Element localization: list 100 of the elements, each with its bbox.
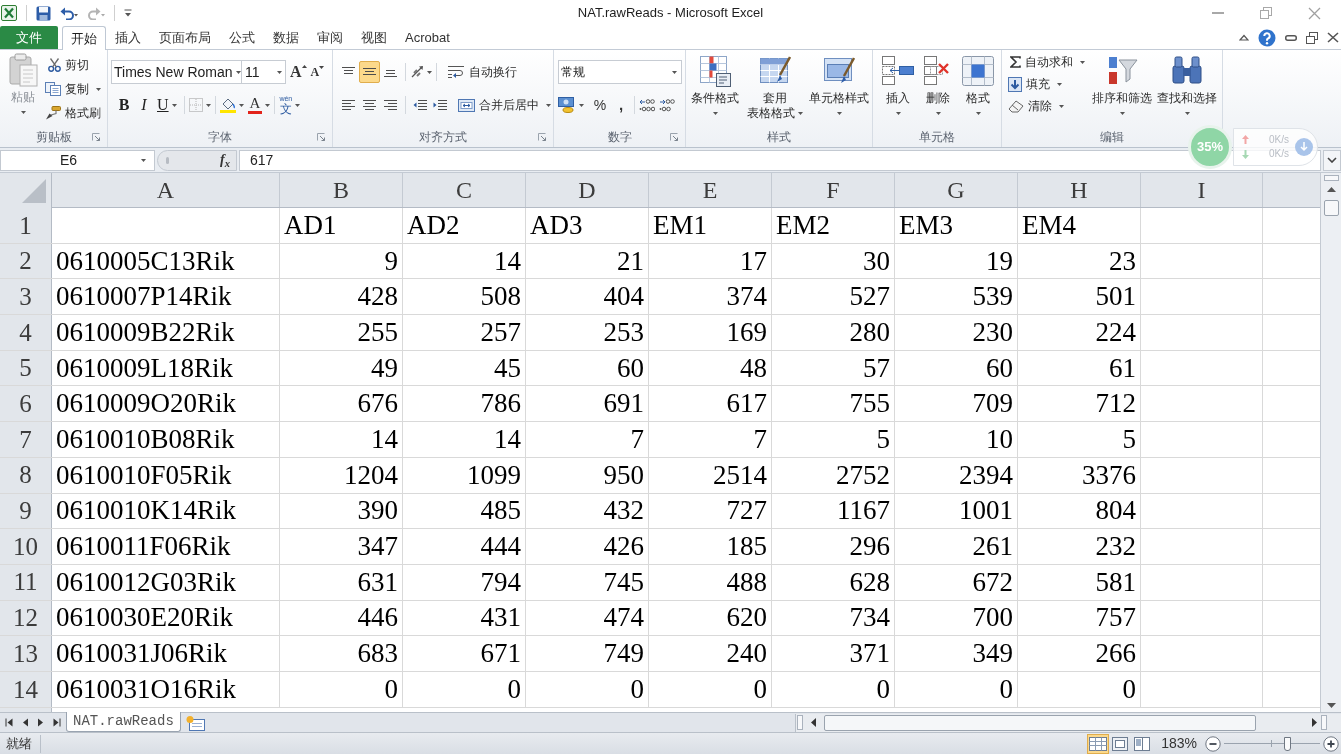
underline-button[interactable]: U [154, 94, 180, 116]
zoom-in-icon[interactable] [1323, 735, 1339, 752]
cut-button[interactable]: 剪切 [45, 54, 101, 76]
number-format-field[interactable]: 常规 [558, 60, 682, 84]
delete-button[interactable]: 删除 [918, 50, 958, 117]
row-header[interactable]: 6 [0, 386, 52, 422]
name-box[interactable]: E6 [0, 149, 155, 171]
copy-button[interactable]: 复制 [45, 78, 101, 100]
insert-button[interactable]: 插入 [878, 50, 918, 117]
ribbon-tab[interactable]: 页面布局 [150, 26, 220, 50]
ribbon-tab[interactable]: 插入 [106, 26, 150, 50]
column-header[interactable]: B [280, 173, 403, 207]
merge-center-button[interactable]: 合并后居中 [458, 94, 551, 116]
text-orientation-icon[interactable] [410, 64, 432, 80]
italic-button[interactable]: I [134, 94, 154, 116]
scroll-thumb[interactable] [1323, 200, 1339, 216]
expand-formula-bar-button[interactable] [1323, 149, 1341, 171]
ribbon-tab[interactable]: 数据 [264, 26, 308, 50]
ribbon-tab[interactable]: Acrobat [396, 26, 459, 50]
scroll-right-icon[interactable] [1312, 718, 1317, 727]
minimize-icon[interactable] [1285, 34, 1297, 41]
font-color-button[interactable]: A [247, 94, 271, 116]
comma-button[interactable]: , [612, 94, 630, 116]
accounting-format-icon[interactable] [558, 97, 584, 113]
column-header[interactable]: G [895, 173, 1018, 207]
row-header[interactable]: 1 [0, 208, 52, 243]
column-header[interactable]: A [52, 173, 280, 207]
fill-color-icon[interactable] [219, 97, 244, 113]
format-painter-button[interactable]: 格式刷 [45, 102, 101, 124]
split-handle[interactable] [1323, 175, 1339, 181]
row-header[interactable]: 9 [0, 493, 52, 529]
column-header[interactable]: H [1018, 173, 1141, 207]
wrap-text-button[interactable]: 自动换行 [447, 61, 517, 83]
font-size-field[interactable]: 11 [242, 60, 286, 84]
insert-sheet-icon[interactable] [184, 714, 207, 731]
zoom-slider[interactable] [1224, 736, 1320, 751]
column-header[interactable]: D [526, 173, 649, 207]
increase-decimal-icon[interactable] [639, 98, 655, 112]
restore-icon[interactable] [1306, 31, 1318, 44]
scroll-thumb[interactable] [824, 714, 1256, 731]
row-header[interactable]: 2 [0, 243, 52, 279]
row-header[interactable]: 14 [0, 671, 52, 707]
dialog-launcher-icon[interactable] [317, 133, 325, 142]
row-header[interactable]: 13 [0, 636, 52, 671]
customize-menu-icon[interactable] [124, 9, 132, 17]
next-sheet-icon[interactable] [37, 718, 44, 727]
autosum-button[interactable]: 自动求和 [1008, 51, 1090, 73]
last-sheet-icon[interactable] [53, 718, 62, 727]
row-header[interactable]: 8 [0, 457, 52, 493]
ribbon-tab[interactable]: 开始 [62, 26, 106, 50]
shrink-font-button[interactable]: A [310, 62, 325, 82]
insert-function-button[interactable]: f$_{x}$ [218, 153, 232, 167]
column-header[interactable]: E [649, 173, 772, 207]
scroll-left-icon[interactable] [811, 718, 816, 727]
zoom-out-icon[interactable] [1205, 735, 1221, 752]
sort-filter-button[interactable]: 排序和筛选 [1090, 50, 1154, 117]
row-header[interactable]: 7 [0, 422, 52, 457]
fill-button[interactable]: 填充 [1008, 73, 1090, 95]
format-as-table-button[interactable]: 套用 表格格式 [743, 50, 807, 123]
save-icon[interactable] [36, 5, 51, 21]
scroll-down-icon[interactable] [1326, 703, 1336, 708]
borders-icon[interactable] [188, 98, 211, 112]
horizontal-scrollbar[interactable] [795, 713, 1341, 732]
vertical-scrollbar[interactable] [1320, 173, 1341, 712]
row-header[interactable]: 11 [0, 564, 52, 600]
format-button[interactable]: 格式 [958, 50, 998, 117]
help-icon[interactable] [1258, 28, 1276, 47]
align-middle-button[interactable] [359, 61, 380, 83]
row-header[interactable]: 5 [0, 350, 52, 386]
undo-icon[interactable] [60, 6, 78, 20]
dialog-launcher-icon[interactable] [670, 133, 678, 142]
sheet-tab[interactable]: NAT.rawReads [66, 712, 181, 732]
ribbon-tab[interactable]: 视图 [352, 26, 396, 50]
zoom-slider-thumb[interactable] [1284, 736, 1292, 751]
split-handle[interactable] [1321, 715, 1327, 730]
ribbon-tab[interactable]: 审阅 [308, 26, 352, 50]
previous-sheet-icon[interactable] [22, 718, 29, 727]
file-tab[interactable]: 文件 [0, 26, 58, 49]
percent-button[interactable]: % [588, 94, 612, 116]
collapse-ribbon-icon[interactable] [1239, 34, 1249, 41]
split-handle[interactable] [797, 715, 803, 730]
first-sheet-icon[interactable] [4, 718, 13, 727]
conditional-formatting-button[interactable]: 条件格式 [687, 50, 743, 117]
row-header[interactable]: 12 [0, 600, 52, 636]
clear-button[interactable]: 清除 [1008, 95, 1090, 117]
view-button[interactable] [1087, 733, 1110, 754]
font-name-field[interactable]: Times New Roman [111, 60, 242, 84]
row-header[interactable]: 4 [0, 315, 52, 350]
scroll-up-icon[interactable] [1326, 187, 1336, 192]
spreadsheet-logo-icon[interactable] [1, 5, 17, 21]
close-icon[interactable] [1327, 32, 1339, 43]
decrease-decimal-icon[interactable] [659, 98, 675, 112]
ribbon-tab[interactable]: 公式 [220, 26, 264, 50]
bold-button[interactable]: B [114, 94, 134, 116]
column-header[interactable]: I [1141, 173, 1263, 207]
row-header[interactable]: 10 [0, 529, 52, 564]
cell-styles-button[interactable]: 单元格样式 [807, 50, 871, 117]
dialog-launcher-icon[interactable] [92, 133, 100, 142]
row-header[interactable]: 3 [0, 279, 52, 315]
column-header[interactable]: C [403, 173, 526, 207]
